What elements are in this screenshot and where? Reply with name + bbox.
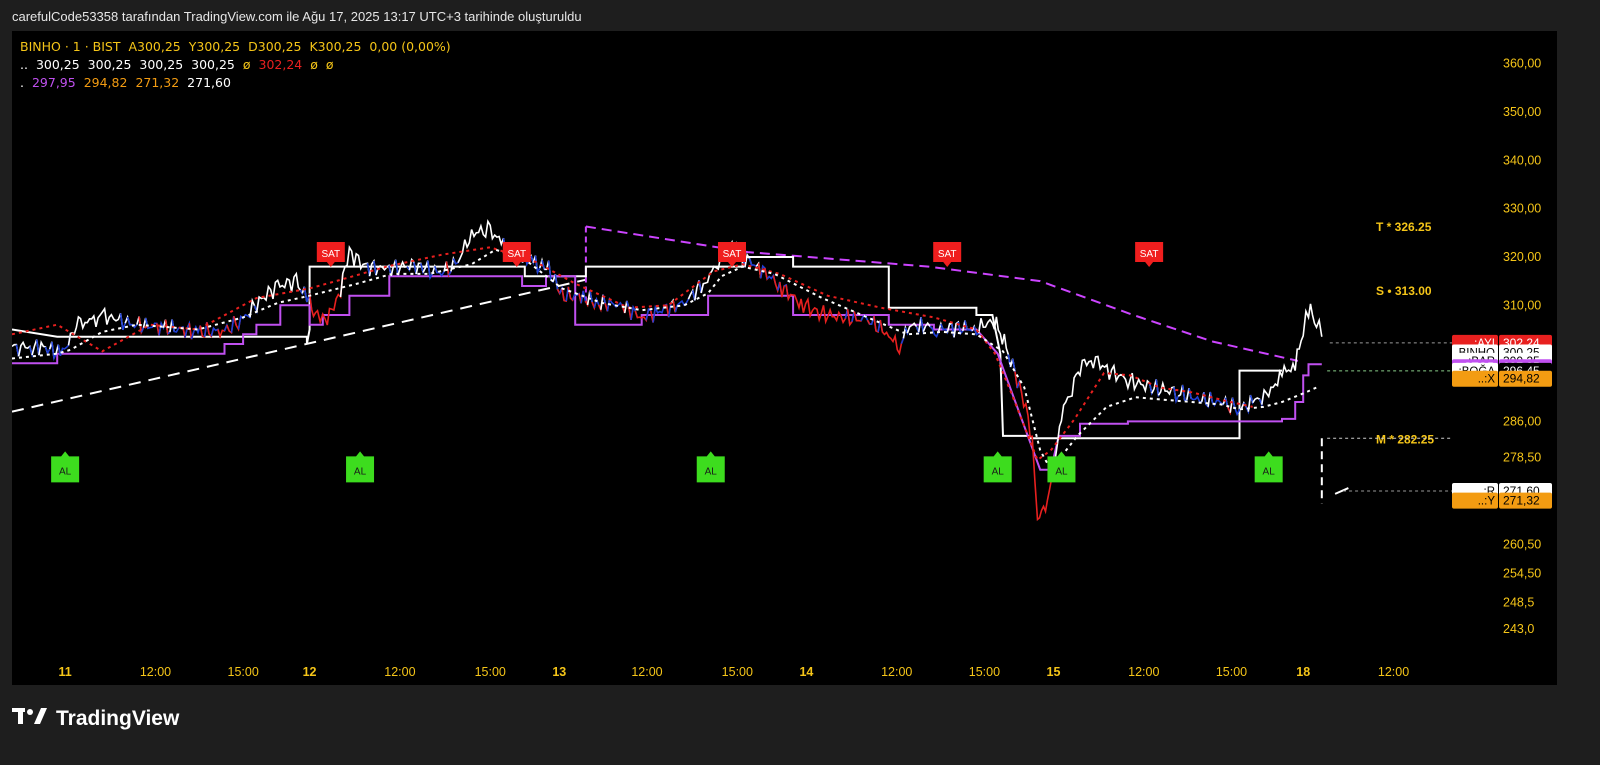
y-axis-tick-label: 248,5 [1503, 596, 1534, 610]
legend-row-indicator-2: . 297,95 294,82 271,32 271,60 [20, 75, 235, 90]
y-axis-tick-label: 350,00 [1503, 105, 1541, 119]
x-axis-tick-label: 18 [1296, 665, 1310, 679]
x-axis-tick-label: 15:00 [722, 665, 753, 679]
legend-close: K300,25 [309, 39, 362, 54]
y-axis-tick-label: 243,0 [1503, 622, 1534, 636]
y-axis-tick-label: 330,00 [1503, 202, 1541, 216]
chart-panel[interactable]: SAT SAT SAT SAT SAT AL AL AL AL AL AL T * 326.25 S •… [12, 31, 1557, 685]
legend-row-indicator-1: .. 300,25 300,25 300,25 300,25 ø 302,24 … [20, 57, 338, 72]
x-axis-tick-label: 12 [303, 665, 317, 679]
x-axis-tick-label: 12:00 [384, 665, 415, 679]
price-line-segment [67, 306, 124, 346]
level-annotation: M * 282.25 [1376, 432, 1434, 446]
x-axis-tick-label: 15:00 [1216, 665, 1247, 679]
price-line-segment [674, 293, 692, 313]
legend-open: A300,25 [128, 39, 181, 54]
legend-change: 0,00 (0,00%) [369, 39, 451, 54]
price-label-value: 271,32 [1503, 494, 1540, 508]
x-axis-tick-label: 12:00 [881, 665, 912, 679]
y-axis-tick-label: 254,50 [1503, 567, 1541, 581]
resistance-step-line [12, 256, 1282, 440]
legend-value: 300,25 [87, 57, 132, 72]
legend-value: 300,25 [35, 57, 80, 72]
legend-indicator-prefix[interactable]: .. [20, 57, 28, 72]
legend-low: D300,25 [248, 39, 302, 54]
price-line-segment [785, 284, 849, 325]
ema-line [12, 248, 1317, 472]
x-axis-tick-label: 12:00 [1378, 665, 1409, 679]
level-annotation: S • 313.00 [1376, 284, 1432, 298]
sell-signal-label: SAT [723, 249, 742, 260]
y-axis-tick-label: 286,00 [1503, 414, 1541, 428]
price-label-value: 294,82 [1503, 372, 1540, 386]
sell-signal-label: SAT [1140, 249, 1159, 260]
price-label-name: ..:Y [1478, 496, 1496, 508]
x-axis-tick-label: 14 [799, 665, 813, 679]
chart-header: carefulCode53358 tarafından TradingView.… [12, 9, 582, 24]
legend-high: Y300,25 [188, 39, 241, 54]
y-axis-tick-label: 278,50 [1503, 451, 1541, 465]
legend-symbol[interactable]: BINHO · 1 · BIST [20, 39, 120, 54]
projection-tick [1334, 487, 1349, 495]
buy-signal-label: AL [1055, 466, 1068, 477]
legend-value: 300,25 [139, 57, 184, 72]
price-line-segment [977, 316, 1012, 368]
price-line-segment [457, 219, 507, 264]
level-annotation: T * 326.25 [1376, 220, 1432, 234]
price-line-segment [1018, 381, 1057, 522]
legend-na: ø [242, 57, 251, 72]
x-axis-tick-label: 13 [552, 665, 566, 679]
buy-signal-label: AL [354, 466, 367, 477]
trend-line [12, 278, 587, 413]
y-axis-tick-label: 340,00 [1503, 153, 1541, 167]
y-axis-tick-label: 320,00 [1503, 250, 1541, 264]
legend-y-value: 271,32 [135, 75, 180, 90]
y-axis-tick-label: 360,00 [1503, 57, 1541, 71]
price-chart[interactable]: SAT SAT SAT SAT SAT AL AL AL AL AL AL T * 326.25 S •… [12, 31, 1557, 685]
x-axis-tick-label: 11 [59, 665, 72, 679]
x-axis-tick-label: 12:00 [1128, 665, 1159, 679]
brand[interactable]: TradingView [12, 706, 179, 732]
price-line-segment [1157, 380, 1177, 402]
y-axis-tick-label: 260,50 [1503, 538, 1541, 552]
x-axis-tick-label: 15:00 [969, 665, 1000, 679]
legend-x-value: 294,82 [83, 75, 128, 90]
legend-stop-value: 297,95 [31, 75, 76, 90]
tradingview-logo-icon [12, 706, 48, 732]
y-axis-tick-label: 310,00 [1503, 298, 1541, 312]
price-label-name: ..:X [1478, 374, 1496, 386]
x-axis-tick-label: 15 [1047, 665, 1061, 679]
x-axis-tick-label: 12:00 [631, 665, 662, 679]
legend-value: 300,25 [191, 57, 235, 72]
sell-signal-label: SAT [938, 249, 957, 260]
buy-signal-label: AL [705, 466, 718, 477]
buy-signal-label: AL [992, 466, 1005, 477]
buy-signal-label: AL [59, 466, 72, 477]
x-axis-tick-label: 15:00 [228, 665, 259, 679]
buy-signal-label: AL [1263, 466, 1276, 477]
sell-signal-label: SAT [507, 249, 526, 260]
legend-row-ohlc: BINHO · 1 · BIST A300,25 Y300,25 D300,25… [20, 39, 455, 54]
legend-value: 302,24 [258, 57, 303, 72]
legend-indicator-prefix[interactable]: . [20, 75, 24, 90]
x-axis-tick-label: 12:00 [140, 665, 171, 679]
brand-name: TradingView [56, 707, 180, 730]
legend-na: ø [325, 57, 334, 72]
x-axis-tick-label: 15:00 [475, 665, 506, 679]
price-line-segment [1261, 303, 1323, 405]
legend-na: ø [310, 57, 318, 72]
sell-signal-label: SAT [321, 249, 340, 260]
legend-r-value: 271,60 [187, 75, 231, 90]
